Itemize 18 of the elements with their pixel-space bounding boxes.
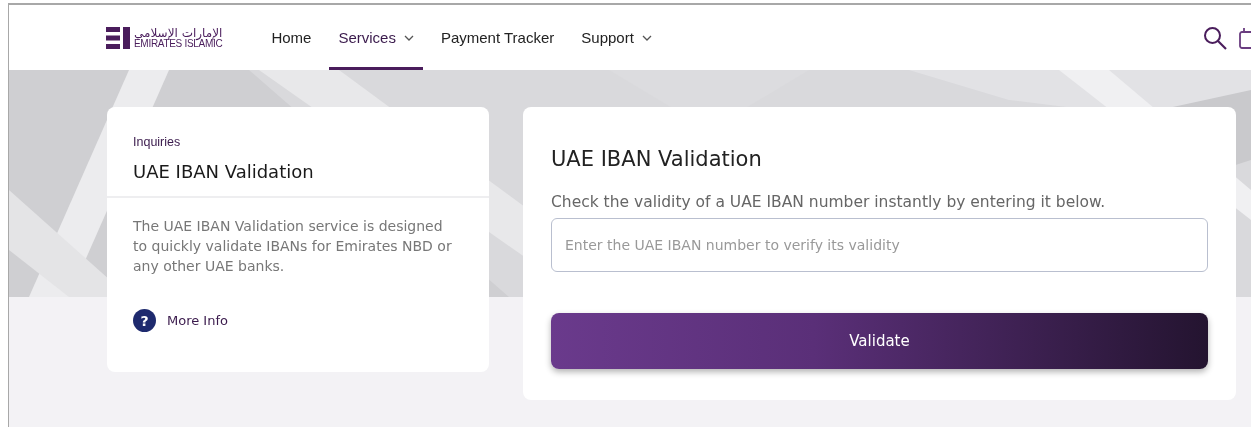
nav-link[interactable]: Support [572, 8, 661, 70]
form-title: UAE IBAN Validation [551, 147, 763, 171]
breadcrumb[interactable]: Inquiries [133, 135, 463, 149]
more-info-label: More Info [167, 313, 228, 328]
iban-input-field[interactable]: Enter the UAE IBAN number to verify its validity [551, 218, 1208, 272]
help-icon: ? [133, 309, 156, 332]
logo-icon [106, 26, 130, 49]
logo-text: EMIRATES ISLAMIC [134, 38, 223, 49]
document-icon[interactable] [1239, 26, 1251, 49]
nav-link[interactable]: Payment Tracker [431, 8, 564, 70]
search-icon[interactable] [1203, 25, 1227, 50]
nav-link[interactable]: Home [262, 8, 321, 70]
more-info-link[interactable]: ? More Info [133, 309, 228, 332]
card-title: UAE IBAN Validation [133, 161, 315, 182]
validate-button[interactable]: Validate [551, 313, 1208, 369]
description-text: The UAE IBAN Validation service is designed to quickly validate IBANs for Emirates NBD or any other UAE banks. [133, 217, 453, 276]
logo-arabic-text: الإمارات الإسلامي [134, 26, 223, 39]
form-subtitle: Check the validity of a UAE IBAN number instantly by entering it below. [551, 193, 1107, 211]
